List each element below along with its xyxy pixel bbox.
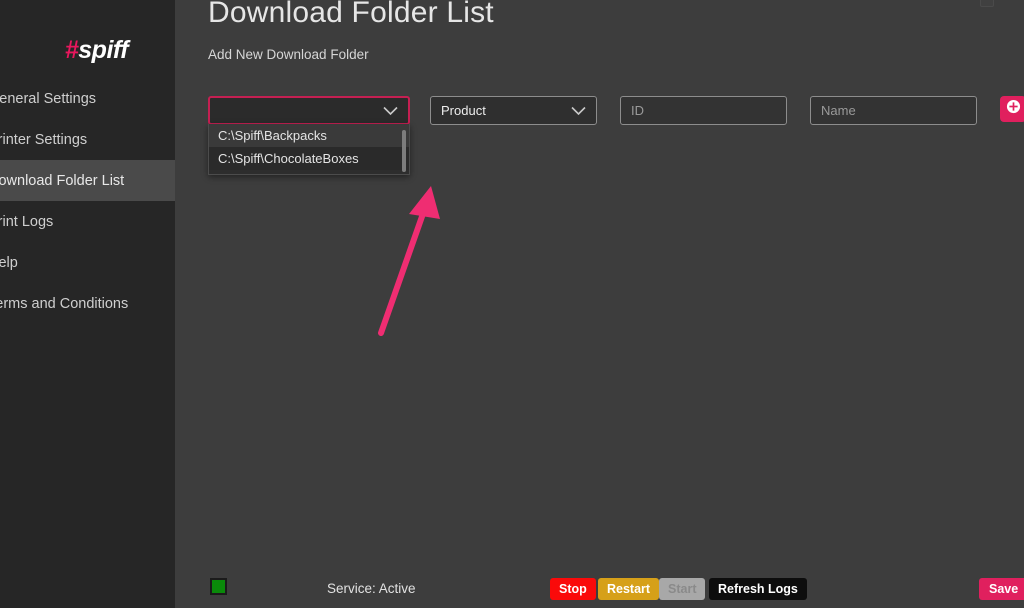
sidebar-item-label: Printer Settings [0, 131, 88, 148]
id-input[interactable]: ID [620, 96, 787, 125]
page-title: Download Folder List [208, 0, 494, 29]
name-input-placeholder: Name [821, 103, 856, 118]
folder-path-select[interactable] [208, 96, 410, 125]
sidebar-item-label: Terms and Conditions [0, 295, 129, 312]
logo-hash: # [64, 35, 79, 64]
sidebar-item-label: Print Logs [0, 213, 54, 230]
sidebar-item-download-folder-list[interactable]: Download Folder List [0, 160, 175, 201]
restart-service-button[interactable]: Restart [598, 578, 660, 600]
save-button[interactable]: Save [979, 578, 1024, 600]
product-select-value: Product [441, 103, 486, 118]
sidebar-item-label: Download Folder List [0, 172, 125, 189]
bottom-status-bar: Service: Active Stop Restart Start Refre… [175, 568, 1024, 608]
name-input[interactable]: Name [810, 96, 977, 125]
stop-service-button[interactable]: Stop [550, 578, 596, 600]
dropdown-option[interactable]: C:\Spiff\ChocolateBoxes [209, 147, 409, 170]
main-content: Download Folder List Add New Download Fo… [175, 0, 1024, 608]
sidebar-item-label: General Settings [0, 90, 97, 107]
add-folder-form: Product ID Name [208, 96, 1024, 126]
chevron-down-icon [383, 106, 398, 115]
folder-path-dropdown-list: C:\Spiff\Backpacks C:\Spiff\ChocolateBox… [208, 124, 410, 175]
plus-circle-icon [1006, 99, 1021, 119]
sidebar-item-terms-and-conditions[interactable]: Terms and Conditions [0, 283, 175, 324]
start-service-button: Start [659, 578, 706, 600]
id-input-placeholder: ID [631, 103, 644, 118]
add-folder-button[interactable] [1000, 96, 1024, 122]
sidebar-item-general-settings[interactable]: General Settings [0, 78, 175, 119]
sidebar: #spiff General Settings Printer Settings… [0, 0, 175, 608]
app-window: #spiff General Settings Printer Settings… [0, 0, 1024, 608]
sidebar-item-printer-settings[interactable]: Printer Settings [0, 119, 175, 160]
sidebar-item-help[interactable]: Help [0, 242, 175, 283]
annotation-arrow [365, 178, 455, 343]
service-status-indicator [210, 578, 227, 595]
window-restore-icon[interactable] [980, 0, 994, 7]
app-logo: #spiff [0, 30, 175, 70]
product-select[interactable]: Product [430, 96, 597, 125]
dropdown-option[interactable]: C:\Spiff\Backpacks [209, 124, 409, 147]
section-subtitle: Add New Download Folder [208, 47, 369, 62]
logo-text: #spiff [64, 35, 129, 65]
dropdown-scrollbar[interactable] [402, 130, 406, 172]
service-status-text: Service: Active [327, 581, 416, 596]
sidebar-nav: General Settings Printer Settings Downlo… [0, 78, 175, 324]
sidebar-item-print-logs[interactable]: Print Logs [0, 201, 175, 242]
refresh-logs-button[interactable]: Refresh Logs [709, 578, 807, 600]
sidebar-item-label: Help [0, 254, 18, 271]
logo-word: spiff [78, 35, 129, 64]
chevron-down-icon [571, 106, 586, 115]
